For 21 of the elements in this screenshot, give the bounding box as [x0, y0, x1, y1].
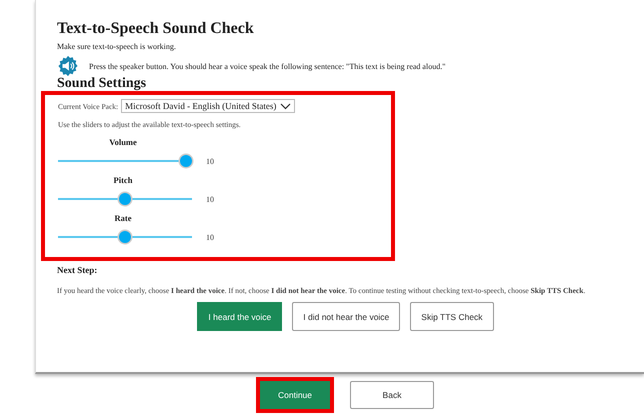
- intro-text: Make sure text-to-speech is working.: [57, 42, 177, 51]
- slider-thumb[interactable]: [119, 193, 131, 205]
- choice-button[interactable]: I did not hear the voice: [292, 302, 400, 331]
- slider-label: Rate: [114, 213, 132, 223]
- slider-value: 10: [206, 194, 214, 204]
- choice-button[interactable]: Skip TTS Check: [410, 302, 494, 331]
- voice-pack-dropdown[interactable]: Microsoft David - English (United States): [121, 99, 296, 113]
- slider-value: 10: [206, 232, 214, 242]
- speaker-instruction: Press the speaker button. You should hear a voice speak the following sentence: "This text is being read aloud.": [89, 62, 446, 70]
- footer-button[interactable]: Back: [350, 381, 434, 409]
- next-step-heading: Next Step:: [57, 265, 98, 275]
- slider-value: 10: [206, 156, 214, 166]
- slider-thumb[interactable]: [119, 231, 131, 243]
- speaker-button-icon[interactable]: [57, 55, 79, 77]
- section-heading: Sound Settings: [57, 77, 148, 91]
- slider-thumb[interactable]: [180, 155, 192, 167]
- page-title: Text-to-Speech Sound Check: [57, 20, 255, 38]
- chevron-down-icon: [280, 102, 292, 110]
- slider-label: Pitch: [112, 175, 134, 185]
- slider-label: Volume: [108, 137, 138, 147]
- choice-button[interactable]: I heard the voice: [197, 302, 282, 331]
